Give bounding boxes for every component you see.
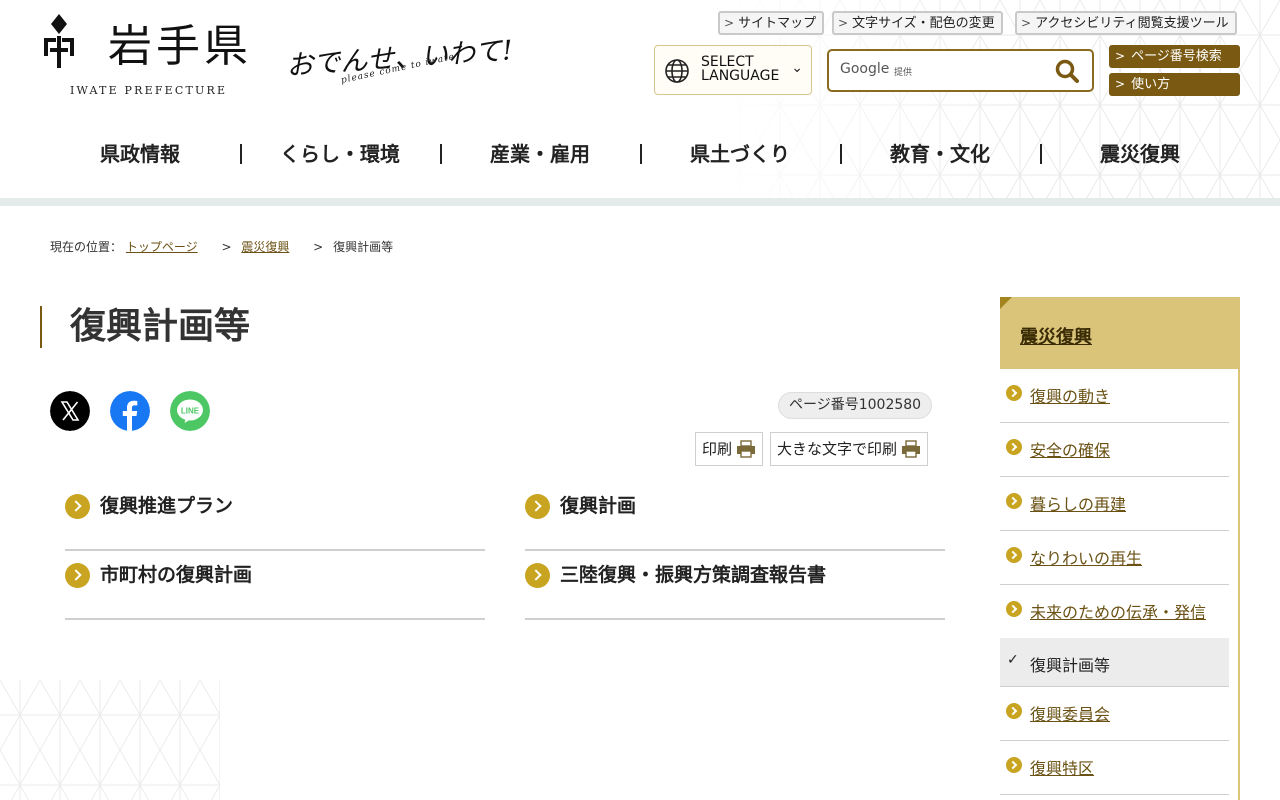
breadcrumb-separator: > (221, 240, 232, 254)
sidebar-item-recovery-trends[interactable]: 復興の動き (1000, 369, 1229, 423)
site-logo-subtitle: IWATE PREFECTURE (70, 84, 228, 97)
chevron-right-icon: > (724, 16, 735, 30)
page-number-search-button[interactable]: > ページ番号検索 (1109, 45, 1240, 68)
how-to-use-button[interactable]: > 使い方 (1109, 73, 1240, 96)
print-button[interactable]: 印刷 (695, 432, 764, 466)
x-icon[interactable] (50, 391, 90, 431)
sidebar-corner (1000, 297, 1012, 309)
provided-by-label: 提供 (894, 68, 913, 78)
breadcrumb: 現在の位置： トップページ > 震災復興 > 復興計画等 (50, 238, 393, 255)
arrow-circle-icon (1006, 547, 1022, 563)
sidebar-item-business-revival[interactable]: なりわいの再生 (1000, 531, 1229, 585)
arrow-circle-icon (1006, 757, 1022, 773)
link-municipal-recovery-plans[interactable]: 市町村の復興計画 (65, 552, 485, 620)
arrow-circle-icon (1006, 439, 1022, 455)
link-recovery-plan[interactable]: 復興計画 (525, 483, 945, 551)
global-nav: 県政情報 くらし・環境 産業・雇用 県土づくり 教育・文化 震災復興 (40, 132, 1240, 176)
chevron-down-icon: ⌄ (791, 60, 803, 76)
sidebar-item-safety[interactable]: 安全の確保 (1000, 423, 1229, 477)
nav-item-education-culture[interactable]: 教育・文化 (840, 132, 1040, 176)
sidebar-item-legacy-transmission[interactable]: 未来のための伝承・発信 (1000, 585, 1229, 639)
search-icon[interactable] (1054, 58, 1080, 84)
link-recovery-promotion-plan[interactable]: 復興推進プラン (65, 483, 485, 551)
printer-icon (902, 440, 921, 458)
google-brand-label: Google (840, 61, 890, 77)
print-large-text-button[interactable]: 大きな文字で印刷 (770, 432, 929, 466)
sidebar-rail (1238, 369, 1240, 800)
arrow-circle-icon (65, 494, 90, 519)
site-search-input[interactable]: Google 提供 (827, 49, 1094, 92)
printer-icon (737, 440, 756, 458)
line-icon-label: LINE (181, 406, 200, 415)
site-header: 岩手県 IWATE PREFECTURE おでんせ、いわて! please co… (0, 0, 1280, 200)
link-sanriku-survey-report[interactable]: 三陸復興・振興方策調査報告書 (525, 552, 945, 620)
sidebar-item-recovery-plans[interactable]: ✓ 復興計画等 (1000, 638, 1229, 687)
sidebar-item-recovery-special-zone[interactable]: 復興特区 (1000, 741, 1229, 795)
breadcrumb-separator: > (313, 240, 324, 254)
arrow-circle-icon (65, 563, 90, 588)
arrow-circle-icon (1006, 493, 1022, 509)
site-logo-title[interactable]: 岩手県 (108, 10, 252, 74)
nav-item-industry-employment[interactable]: 産業・雇用 (440, 132, 640, 176)
page-number-badge: ページ番号1002580 (778, 392, 933, 419)
breadcrumb-prefix: 現在の位置： (50, 240, 123, 254)
nav-item-living-environment[interactable]: くらし・環境 (240, 132, 440, 176)
select-language-label: SELECT LANGUAGE (701, 54, 780, 84)
header-divider (0, 198, 1280, 206)
nav-item-prefectural-government[interactable]: 県政情報 (40, 132, 240, 176)
slogan: おでんせ、いわて! (285, 35, 514, 82)
sidebar-item-livelihood-rebuild[interactable]: 暮らしの再建 (1000, 477, 1229, 531)
page-title: 復興計画等 (40, 306, 250, 348)
nav-item-land-development[interactable]: 県土づくり (640, 132, 840, 176)
sidebar-title-link[interactable]: 震災復興 (1020, 323, 1092, 349)
breadcrumb-link-top[interactable]: トップページ (126, 240, 198, 254)
accessibility-tool-link[interactable]: > アクセシビリティ閲覧支援ツール (1015, 11, 1237, 35)
sitemap-link[interactable]: > サイトマップ (718, 11, 825, 35)
facebook-icon[interactable] (110, 391, 150, 431)
arrow-circle-icon (1006, 703, 1022, 719)
arrow-circle-icon (525, 563, 550, 588)
nav-item-disaster-recovery[interactable]: 震災復興 (1040, 132, 1240, 176)
breadcrumb-link-recovery[interactable]: 震災復興 (241, 240, 289, 254)
chevron-right-icon: > (838, 16, 849, 30)
asanoha-pattern (0, 680, 220, 800)
local-nav-sidebar: 震災復興 復興の動き 安全の確保 暮らしの再建 なりわいの再生 未来のための伝承… (1000, 297, 1240, 800)
arrow-circle-icon (525, 494, 550, 519)
prefecture-emblem-icon[interactable] (42, 12, 76, 70)
chevron-right-icon: > (1021, 16, 1032, 30)
text-size-color-link[interactable]: > 文字サイズ・配色の変更 (832, 11, 1003, 35)
check-icon: ✓ (1007, 652, 1019, 668)
sidebar-item-recovery-committee[interactable]: 復興委員会 (1000, 687, 1229, 741)
arrow-circle-icon (1006, 385, 1022, 401)
arrow-circle-icon (1006, 601, 1022, 617)
chevron-right-icon: > (1115, 77, 1126, 91)
breadcrumb-current: 復興計画等 (333, 240, 394, 254)
chevron-right-icon: > (1115, 49, 1126, 63)
globe-icon (665, 59, 689, 83)
line-icon[interactable]: LINE (170, 391, 210, 431)
select-language-dropdown[interactable]: SELECT LANGUAGE ⌄ (654, 45, 812, 95)
sidebar-header: 震災復興 (1000, 297, 1240, 369)
